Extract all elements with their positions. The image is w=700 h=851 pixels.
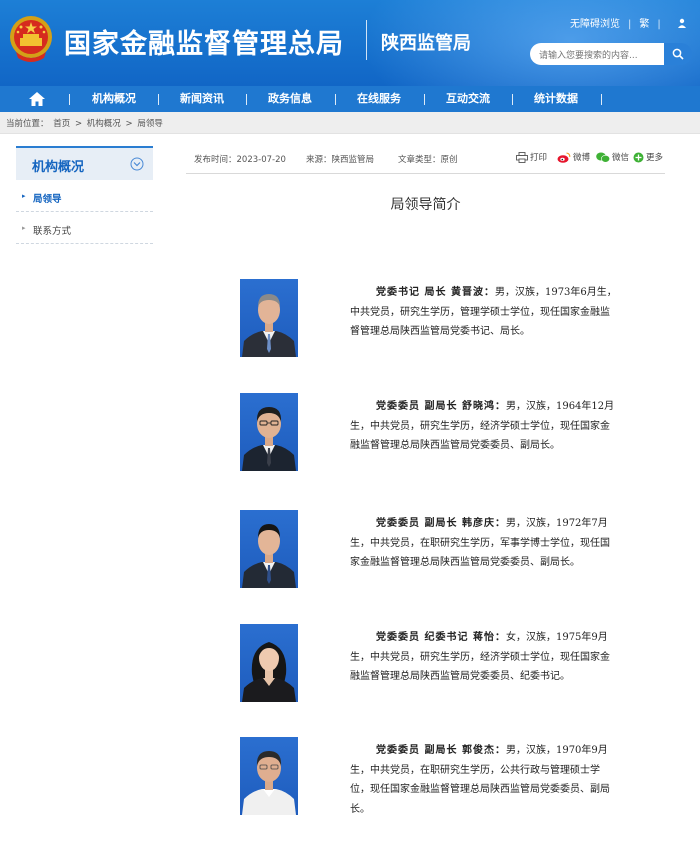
leader-title: 党委委员 副局长 舒晓鸿： [376,401,506,412]
site-name[interactable]: 国家金融监督管理总局 [64,22,344,61]
nav-separator [424,94,425,105]
nav-separator [69,94,70,105]
nav-item-statistics[interactable]: 统计数据 [524,86,588,112]
person-portrait-icon [242,524,296,588]
nav-separator [246,94,247,105]
sidebar-item-contact[interactable]: ▸ 联系方式 [16,214,153,244]
nav-separator [335,94,336,105]
more-label: 更多 [646,153,664,163]
wechat-share-button[interactable]: 微信 [596,151,629,163]
wechat-label: 微信 [612,153,630,163]
leader-bio: 党委书记 局长 黄晋波：男，汉族，1973年6月生，中共党员，研究生学历，管理学… [350,283,618,342]
breadcrumb-bar: 当前位置： 首页 > 机构概况 > 局领导 [0,112,700,134]
article-meta: 发布时间：2023-07-20 来源：陕西监管局 文章类型：原创 打印 微博 微… [186,147,665,174]
branch-name[interactable]: 陕西监管局 [381,29,471,55]
wechat-icon [596,152,610,163]
nav-item-government-info[interactable]: 政务信息 [258,86,322,112]
leader-bio: 党委委员 副局长 郭俊杰：男，汉族，1970年9月生，中共党员，在职研究生学历，… [350,741,618,819]
person-portrait-icon [242,751,296,815]
more-share-button[interactable]: 更多 [633,151,663,163]
search-input[interactable] [530,45,658,67]
person-portrait-icon [242,407,296,471]
header-divider [366,20,367,60]
printer-icon [516,151,528,163]
site-header: 国家金融监督管理总局 陕西监管局 无障碍浏览 | 繁 | [0,0,700,86]
leader-photo [240,393,298,471]
traditional-chinese-link[interactable]: 繁 [639,15,649,30]
leader-title: 党委委员 副局长 韩彦庆： [376,518,506,529]
breadcrumb-separator: > [74,119,83,129]
breadcrumb: 当前位置： 首页 > 机构概况 > 局领导 [6,117,165,129]
breadcrumb-current[interactable]: 局领导 [137,119,163,129]
nav-item-news[interactable]: 新闻资讯 [170,86,234,112]
leader-bio: 党委委员 纪委书记 蒋怡：女，汉族，1975年9月生，中共党员，研究生学历，经济… [350,628,618,687]
weibo-icon [557,152,571,163]
weibo-label: 微博 [573,153,591,163]
print-button[interactable]: 打印 [516,151,547,163]
breadcrumb-label: 当前位置： [6,119,49,129]
leader-photo [240,510,298,588]
weibo-share-button[interactable]: 微博 [557,151,590,163]
leader-title: 党委委员 副局长 郭俊杰： [376,745,506,756]
leader-photo [240,737,298,815]
nav-separator [601,94,602,105]
person-portrait-icon [242,294,296,357]
page-title: 局领导简介 [390,197,461,213]
search-button[interactable] [664,43,692,65]
breadcrumb-separator: > [125,119,133,129]
leader-bio: 党委委员 副局长 韩彦庆：男，汉族，1972年7月生，中共党员，在职研究生学历，… [350,514,618,573]
chevron-down-icon[interactable] [130,157,144,171]
article-source: 来源：陕西监管局 [306,155,375,165]
sidebar-item-leaders[interactable]: ▸ 局领导 [16,182,153,212]
breadcrumb-about[interactable]: 机构概况 [87,119,121,129]
bullet-icon: ▸ [22,192,26,200]
home-icon [29,92,45,106]
leader-title: 党委委员 纪委书记 蒋怡： [376,632,506,643]
top-link-separator: | [657,19,661,30]
nav-home[interactable] [22,86,52,112]
search-box [530,43,664,67]
nav-item-online-service[interactable]: 在线服务 [347,86,411,112]
nav-separator [158,94,159,105]
search-icon [672,48,684,60]
sidebar-item-label: 联系方式 [33,226,72,237]
print-label: 打印 [530,153,548,163]
top-link-separator: | [628,19,632,30]
person-portrait-icon [242,642,296,702]
nav-item-interaction[interactable]: 互动交流 [436,86,500,112]
accessibility-link[interactable]: 无障碍浏览 [570,15,620,30]
bullet-icon: ▸ [22,224,26,232]
leader-title: 党委书记 局长 黄晋波： [376,287,495,298]
leader-bio: 党委委员 副局长 舒晓鸿：男，汉族，1964年12月生，中共党员，研究生学历，经… [350,397,618,456]
plus-icon [633,152,644,162]
sidebar-item-label: 局领导 [33,194,62,205]
top-links: 无障碍浏览 | 繁 | [570,15,687,30]
breadcrumb-home[interactable]: 首页 [53,119,70,129]
leader-photo [240,624,298,702]
nav-item-about[interactable]: 机构概况 [82,86,146,112]
sidebar-header[interactable]: 机构概况 [16,146,153,180]
main-nav: 机构概况 新闻资讯 政务信息 在线服务 互动交流 统计数据 [0,86,700,112]
publish-time: 发布时间：2023-07-20 [194,155,286,165]
nav-separator [512,94,513,105]
user-icon[interactable] [677,18,687,28]
sidebar-title: 机构概况 [32,160,85,175]
leader-photo [240,279,298,357]
national-emblem-icon [10,16,52,62]
article-type: 文章类型：原创 [398,155,458,165]
